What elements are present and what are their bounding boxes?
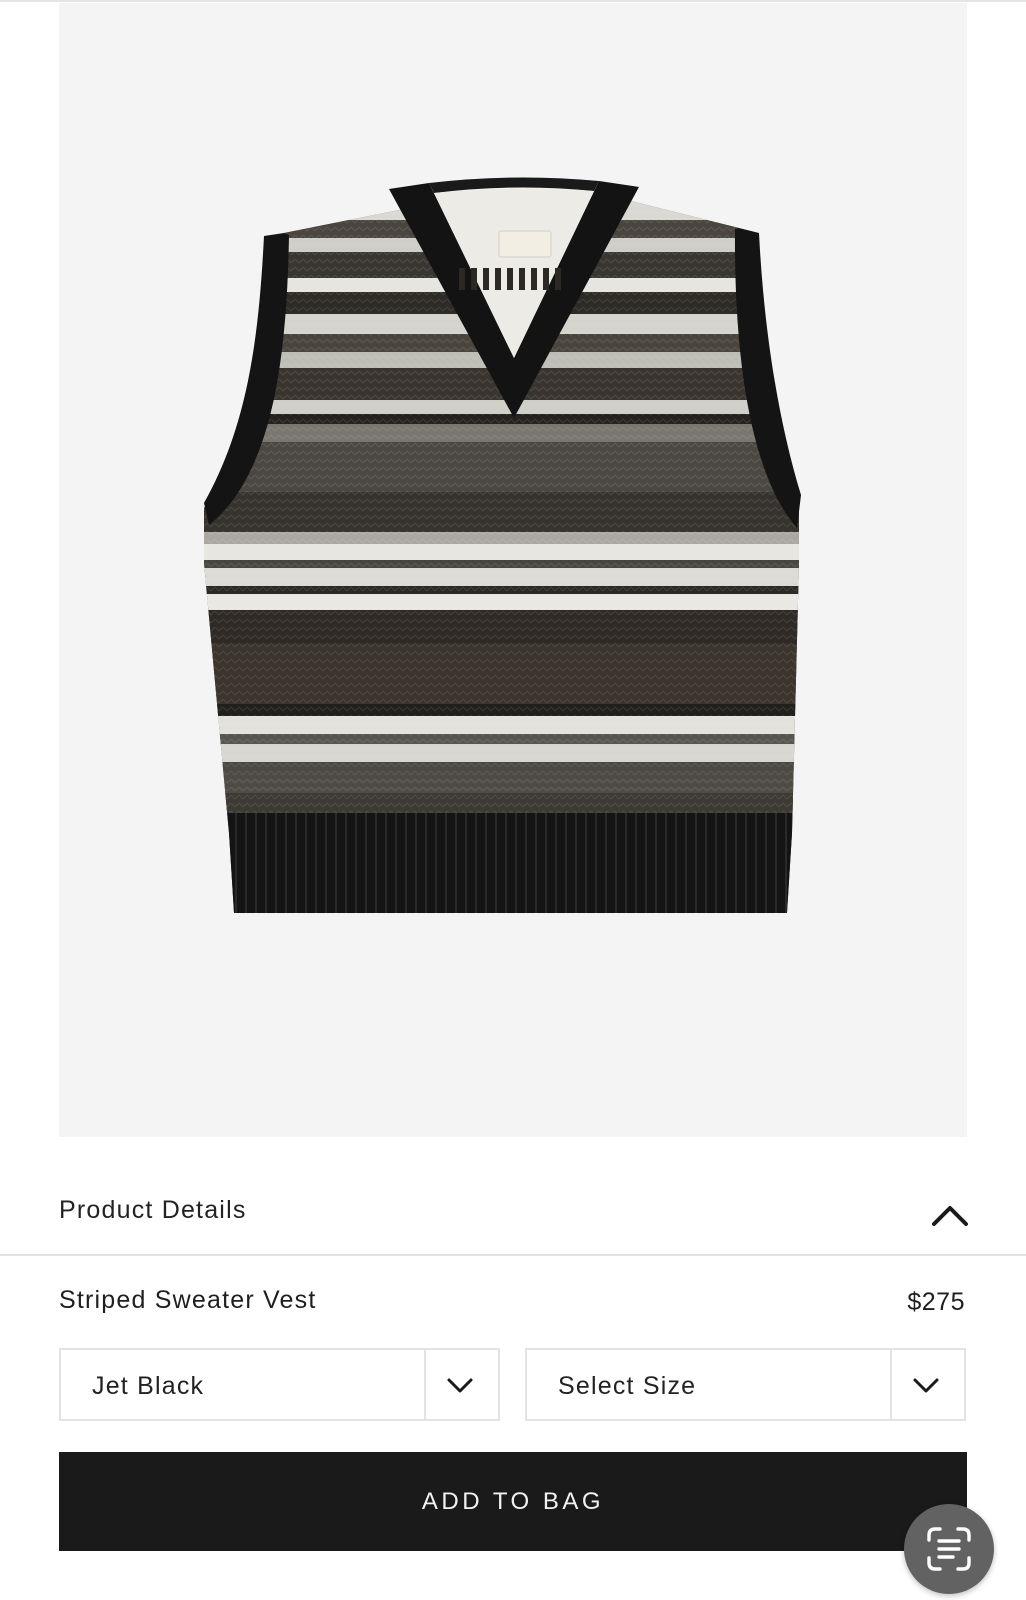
product-price: $275 (907, 1288, 965, 1316)
size-select[interactable]: Select Size (525, 1348, 966, 1421)
chevron-up-icon[interactable] (930, 1200, 970, 1230)
add-to-bag-button[interactable]: ADD TO BAG (59, 1452, 967, 1551)
product-details-accordion[interactable]: Product Details (0, 1160, 1026, 1256)
scan-text-icon (927, 1527, 971, 1571)
color-select[interactable]: Jet Black (59, 1348, 500, 1421)
top-divider (0, 0, 1026, 2)
chevron-down-icon[interactable] (911, 1374, 941, 1396)
select-divider (424, 1350, 426, 1419)
product-details-label: Product Details (59, 1196, 247, 1224)
color-select-value: Jet Black (92, 1372, 205, 1400)
size-select-value: Select Size (558, 1372, 697, 1400)
product-name: Striped Sweater Vest (59, 1286, 317, 1314)
product-image[interactable] (59, 3, 967, 1137)
sweater-vest-illustration (204, 177, 801, 913)
chevron-down-icon[interactable] (445, 1374, 475, 1396)
select-divider (890, 1350, 892, 1419)
scan-text-button[interactable] (904, 1504, 994, 1594)
